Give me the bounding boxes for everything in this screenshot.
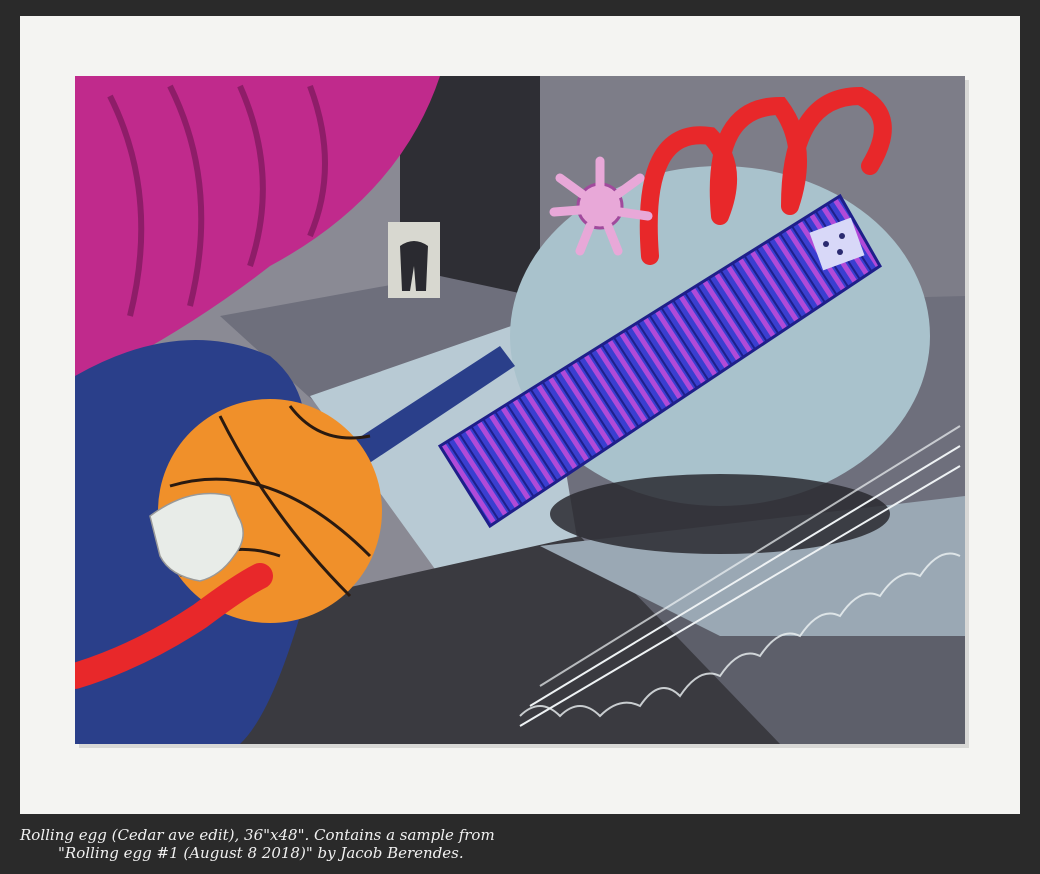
caption: Rolling egg (Cedar ave edit), 36"x48". C…: [20, 826, 1020, 862]
caption-line-1: Rolling egg (Cedar ave edit), 36"x48". C…: [20, 826, 495, 844]
canvas: [75, 76, 965, 744]
painting-image: [75, 76, 969, 748]
gallery-wall: [20, 16, 1020, 814]
caption-line-2: "Rolling egg #1 (August 8 2018)" by Jaco…: [58, 844, 464, 862]
